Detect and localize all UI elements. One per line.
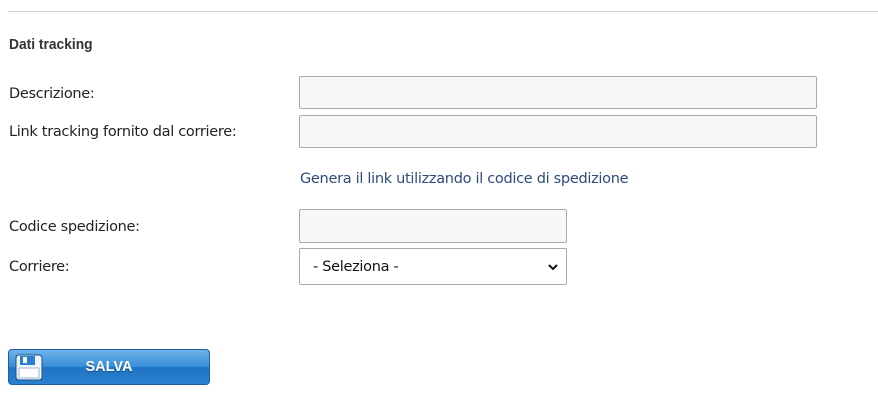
descrizione-input[interactable] bbox=[299, 76, 817, 109]
corriere-select[interactable]: - Seleziona - bbox=[299, 248, 567, 285]
descrizione-label: Descrizione: bbox=[9, 86, 95, 102]
corriere-label: Corriere: bbox=[9, 259, 70, 275]
chevron-down-icon bbox=[548, 264, 558, 271]
save-button[interactable]: SALVA bbox=[8, 349, 210, 385]
codice-spedizione-label: Codice spedizione: bbox=[9, 219, 140, 235]
link-tracking-input[interactable] bbox=[299, 115, 817, 148]
generate-link[interactable]: Genera il link utilizzando il codice di … bbox=[300, 171, 629, 187]
codice-spedizione-input[interactable] bbox=[299, 209, 567, 243]
top-divider bbox=[8, 11, 878, 12]
corriere-select-value: - Seleziona - bbox=[313, 259, 399, 275]
link-tracking-label: Link tracking fornito dal corriere: bbox=[9, 124, 237, 140]
save-button-label: SALVA bbox=[85, 359, 133, 375]
section-title: Dati tracking bbox=[9, 36, 93, 53]
